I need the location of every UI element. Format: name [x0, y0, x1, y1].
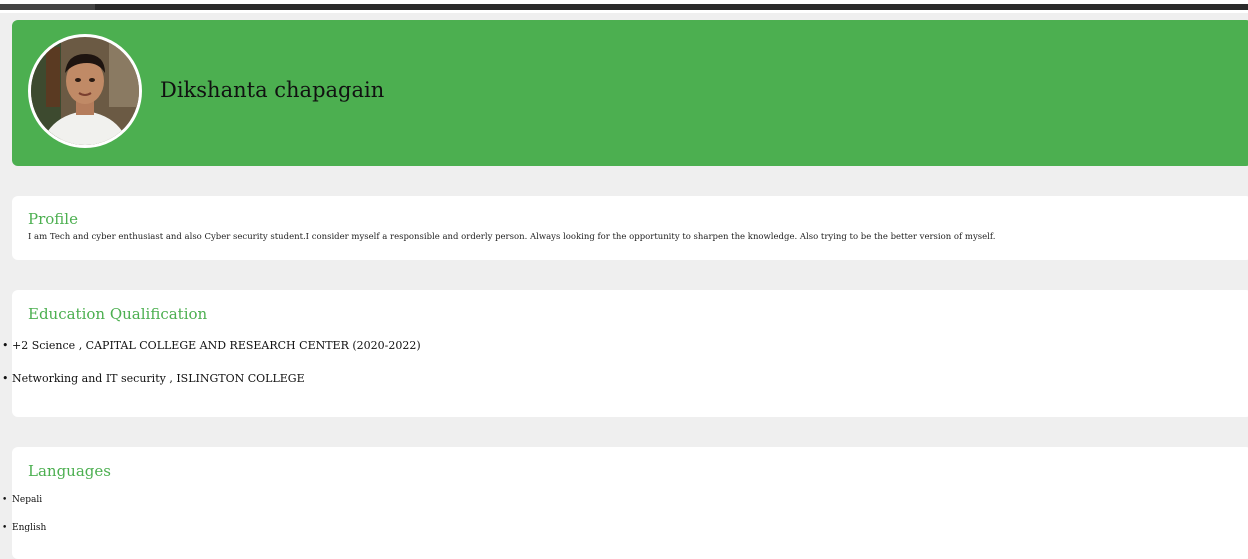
languages-section: Languages Nepali English: [2, 447, 1248, 559]
languages-list: Nepali English: [2, 493, 46, 549]
profile-section-title: Profile: [28, 210, 78, 228]
profile-description: I am Tech and cyber enthusiast and also …: [28, 232, 996, 242]
languages-section-title: Languages: [28, 462, 111, 480]
profile-header: Dikshanta chapagain: [12, 20, 1248, 166]
list-item: English: [2, 521, 46, 549]
profile-section: Profile I am Tech and cyber enthusiast a…: [12, 196, 1248, 260]
education-list: +2 Science , CAPITAL COLLEGE AND RESEARC…: [2, 339, 421, 405]
education-section-title: Education Qualification: [28, 305, 208, 323]
top-strip: [0, 4, 1248, 10]
avatar-photo-icon: [31, 37, 139, 145]
profile-name: Dikshanta chapagain: [160, 78, 385, 102]
list-item: +2 Science , CAPITAL COLLEGE AND RESEARC…: [2, 339, 421, 372]
list-item: Networking and IT security , ISLINGTON C…: [2, 372, 421, 405]
top-strip-tab: [0, 4, 95, 10]
education-section: Education Qualification +2 Science , CAP…: [2, 290, 1248, 417]
browser-top-bar: [0, 0, 1248, 13]
avatar: [28, 34, 142, 148]
list-item: Nepali: [2, 493, 46, 521]
